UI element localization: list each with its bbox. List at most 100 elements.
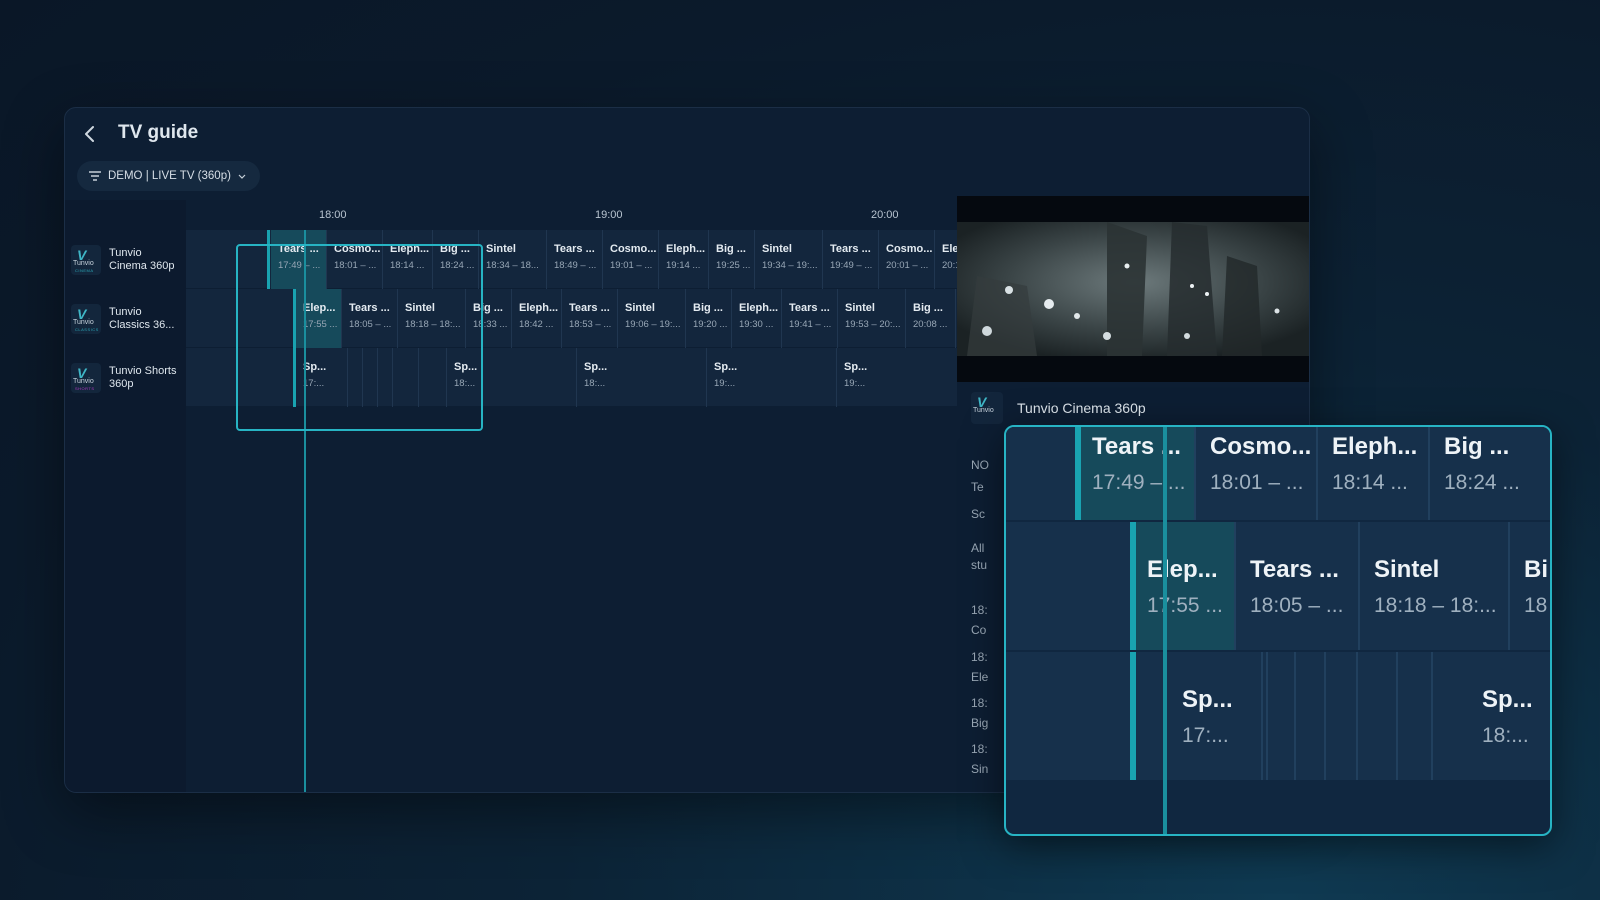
program-title: Big ... [913,302,943,314]
channel-logo: V Tunvio CINEMA [71,245,101,275]
program-time: 19:14 ... [666,260,701,271]
now-playing-channel: V Tunvio Tunvio Cinema 360p [971,392,1146,424]
program-title: Big ... [693,302,723,314]
logo-wordmark: Tunvio [73,319,94,326]
channel-filter-dropdown[interactable]: DEMO | LIVE TV (360p) [77,161,260,191]
current-time-line [1163,427,1167,834]
zoom-selection-rect [236,244,483,431]
now-playing-channel-name: Tunvio Cinema 360p [1017,400,1146,416]
zoom-program-cell[interactable]: Big ... 18:24 ... [1430,427,1550,520]
logo-wordmark: Tunvio [73,378,94,385]
zoom-program-cell[interactable]: Tears ... 18:05 – ... [1236,522,1360,650]
program-time: 18 [1524,594,1548,617]
program-time: 18:01 – ... [1210,471,1304,494]
program-time: 18:... [584,378,606,389]
zoom-program-cell[interactable]: Elep... 17:55 ... [1133,522,1236,650]
program-time: 18:49 – ... [554,260,597,271]
program-time: 18:18 – 18:... [1374,594,1497,617]
back-button[interactable] [79,123,101,145]
zoom-program-cell[interactable]: Sp... 17:... [1168,652,1263,780]
zoom-program-cell[interactable]: Cosmo... 18:01 – ... [1196,427,1318,520]
video-frame [957,196,1309,382]
live-progress-indicator [1075,427,1081,520]
program-time: 19:... [714,378,736,389]
channel-row[interactable]: V Tunvio CINEMA Tunvio Cinema 360p [65,230,186,290]
program-title: Eleph... [666,243,706,255]
video-player[interactable] [957,196,1309,382]
zoom-program-row: Elep... 17:55 ... Tears ... 18:05 – ... Sint… [1006,522,1550,652]
channel-logo: V Tunvio CLASSICS [71,304,101,334]
program-title: Sp... [1482,686,1533,713]
channel-name: Tunvio Cinema 360p [109,247,175,272]
epg-guide: V Tunvio CINEMA Tunvio Cinema 360p V Tunvio CL… [65,200,976,792]
logo-subtitle: SHORTS [75,386,95,391]
program-cell[interactable]: Big ... 19:25 ... [709,230,755,289]
program-time: 19:20 ... [693,319,728,330]
program-time: 20:08 ... [913,319,948,330]
program-cell[interactable]: Eleph... 19:30 ... [732,289,782,348]
zoom-program-cell[interactable]: Eleph... 18:14 ... [1318,427,1430,520]
grid-divider [1324,652,1326,780]
zoom-program-row: Sp... 17:... Sp... 18:... [1006,652,1550,782]
program-time: 19:01 – ... [610,260,653,271]
program-cell[interactable]: Sintel 19:53 – 20:... [838,289,906,348]
program-time: 18:... [1482,724,1529,747]
program-title: Tears ... [830,243,871,255]
program-title: Sintel [845,302,875,314]
details-text: Co [971,623,987,637]
details-text: Big [971,716,989,730]
program-time: 19:... [844,378,866,389]
details-text: 18: [971,742,988,756]
channel-column: V Tunvio CINEMA Tunvio Cinema 360p V Tunvio CL… [65,200,186,792]
program-cell[interactable]: Sp... 18:... [577,348,707,407]
channel-name: Tunvio Classics 36... [109,306,175,331]
program-cell[interactable]: Tears ... 19:41 – ... [782,289,838,348]
zoom-program-cell[interactable]: Sp... 18:... [1468,652,1550,780]
program-cell[interactable]: Eleph... 18:42 ... [512,289,562,348]
channel-row[interactable]: V Tunvio CLASSICS Tunvio Classics 36... [65,289,186,349]
grid-divider [1356,652,1358,780]
program-title: Cosmo... [886,243,933,255]
time-tick: 20:00 [871,209,899,221]
program-cell[interactable]: Sp... 19:... [707,348,837,407]
program-time: 18:42 ... [519,319,554,330]
program-time: 19:30 ... [739,319,774,330]
details-text: stu [971,558,988,572]
program-title: Bi [1524,556,1548,583]
live-progress-indicator [1130,522,1136,650]
program-cell[interactable]: Cosmo... 19:01 – ... [603,230,659,289]
program-cell[interactable]: Tears ... 18:53 – ... [562,289,618,348]
program-title: Sp... [844,361,868,373]
time-tick: 18:00 [319,209,347,221]
channel-logo: V Tunvio SHORTS [71,363,101,393]
program-cell[interactable]: Tears ... 18:49 – ... [547,230,603,289]
program-cell[interactable]: Sp... 19:... [837,348,967,407]
program-time: 17:49 – ... [1092,471,1186,494]
program-cell[interactable]: Big ... 20:08 ... [906,289,956,348]
channel-row[interactable]: V Tunvio SHORTS Tunvio Shorts 360p [65,348,186,408]
zoom-program-cell[interactable]: Sintel 18:18 – 18:... [1360,522,1510,650]
program-title: Big ... [716,243,746,255]
program-cell[interactable]: Tears ... 19:49 – ... [823,230,879,289]
program-title: Sintel [625,302,655,314]
grid-divider [1431,652,1433,780]
program-title: Tears ... [1250,556,1339,583]
program-title: Tears ... [554,243,595,255]
program-title: Tears ... [789,302,830,314]
program-cell[interactable]: Big ... 19:20 ... [686,289,732,348]
zoom-program-row: Tears ... 17:49 – ... Cosmo... 18:01 – ... E… [1006,427,1550,522]
zoom-program-cell[interactable]: Bi 18 [1510,522,1550,650]
details-text: Te [971,480,984,494]
program-cell[interactable]: Cosmo... 20:01 – ... [879,230,935,289]
program-time: 19:49 – ... [830,260,873,271]
program-title: Sp... [1182,686,1233,713]
program-cell[interactable]: Sintel 18:34 – 18... [479,230,547,289]
program-time: 18:53 – ... [569,319,612,330]
program-title: Cosmo... [1210,433,1312,460]
program-title: Eleph... [519,302,559,314]
program-cell[interactable]: Sintel 19:34 – 19:... [755,230,823,289]
program-cell[interactable]: Eleph... 19:14 ... [659,230,709,289]
program-cell[interactable]: Sintel 19:06 – 19:... [618,289,686,348]
page-title: TV guide [118,122,199,143]
zoom-program-cell[interactable]: Tears ... 17:49 – ... [1078,427,1196,520]
